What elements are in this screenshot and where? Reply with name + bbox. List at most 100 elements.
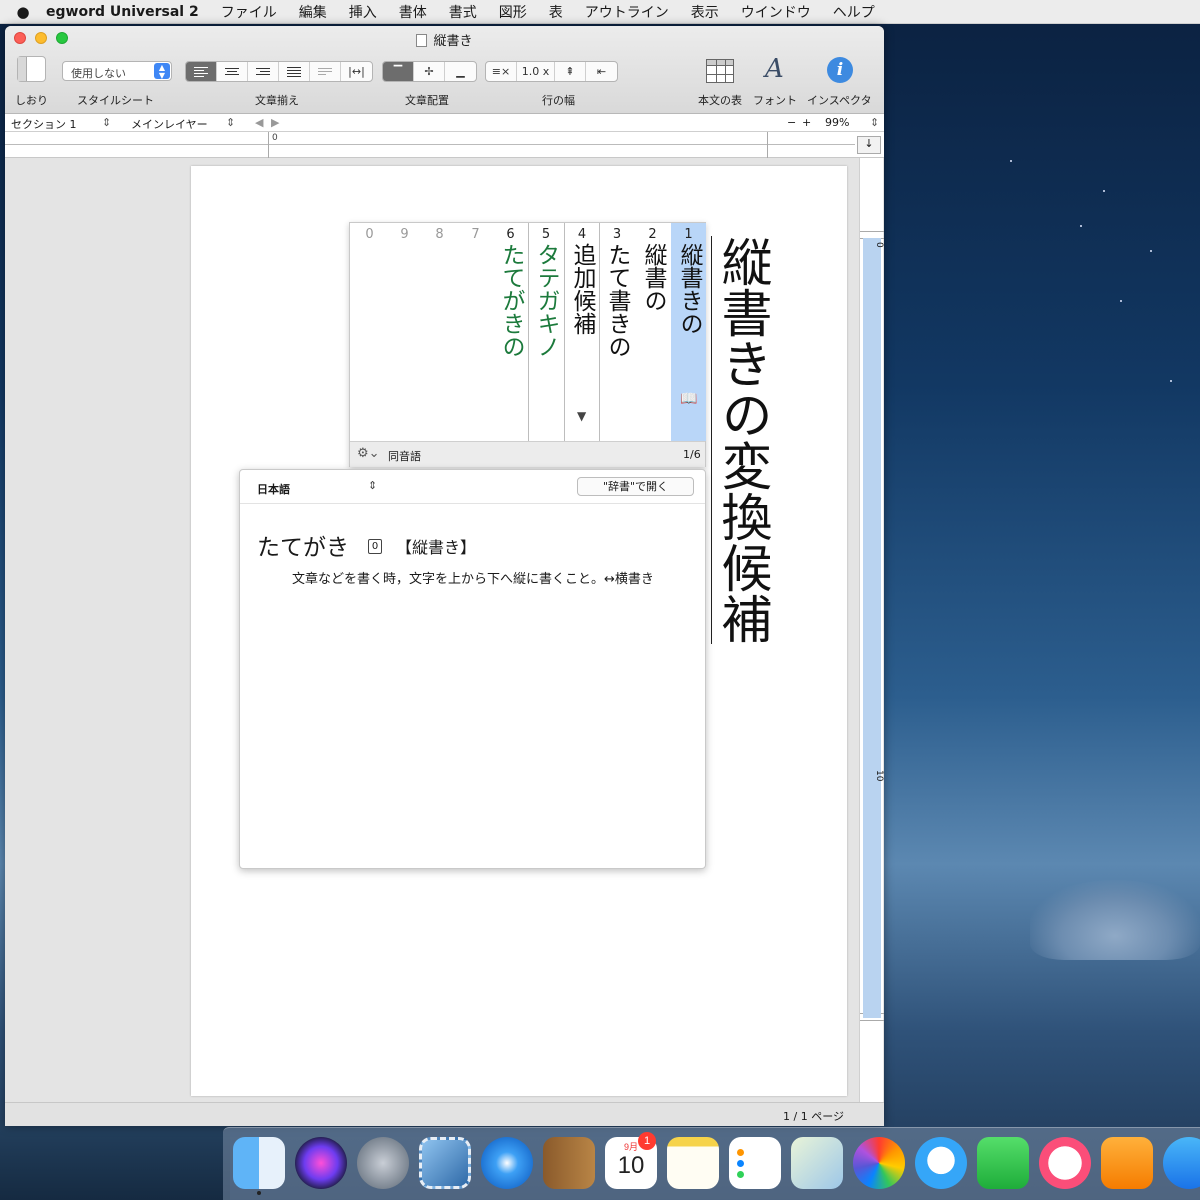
align-justify-icon[interactable] bbox=[279, 62, 310, 81]
open-in-dictionary-button[interactable]: "辞書"で開く bbox=[577, 477, 694, 496]
candidate-2[interactable]: 2 縦書の bbox=[635, 223, 670, 441]
zoom-stepper-icon[interactable]: ⇕ bbox=[870, 116, 879, 129]
section-bar: セクション 1 ⇕ メインレイヤー ⇕ ◀ ▶ − + 99% ⇕ bbox=[5, 114, 884, 132]
contacts-icon[interactable] bbox=[543, 1137, 595, 1189]
zoom-value[interactable]: 99% bbox=[825, 116, 849, 129]
line-spacing-label: 行の幅 bbox=[542, 94, 575, 107]
ruler-toggle-icon[interactable]: ↓ bbox=[857, 136, 881, 154]
position-bottom-icon[interactable]: ▁ bbox=[445, 62, 476, 81]
finder-icon[interactable] bbox=[233, 1137, 285, 1189]
dictionary-header: 日本語 ⇕ "辞書"で開く bbox=[240, 470, 705, 504]
page-count: 1 / 1 ページ bbox=[783, 1110, 844, 1123]
candidate-8[interactable]: 8 bbox=[422, 223, 457, 441]
candidate-4[interactable]: 4 追加候補 ▼ bbox=[564, 223, 599, 441]
layer-stepper-icon[interactable]: ⇕ bbox=[226, 116, 235, 129]
running-indicator bbox=[257, 1191, 261, 1195]
candidate-9[interactable]: 9 bbox=[387, 223, 422, 441]
document-text[interactable]: 縦書きの変換候補 bbox=[711, 236, 771, 644]
position-middle-icon[interactable]: ✢ bbox=[414, 62, 445, 81]
candidate-count: 1/6 bbox=[683, 448, 701, 461]
candidate-3[interactable]: 3 たて書きの bbox=[599, 223, 634, 441]
menu-insert[interactable]: 挿入 bbox=[349, 2, 377, 22]
menu-table[interactable]: 表 bbox=[549, 2, 563, 22]
facetime-icon[interactable] bbox=[977, 1137, 1029, 1189]
candidate-6[interactable]: 6 たてがきの bbox=[493, 223, 528, 441]
section-stepper-icon[interactable]: ⇕ bbox=[102, 116, 111, 129]
candidate-7[interactable]: 7 bbox=[458, 223, 493, 441]
menu-edit[interactable]: 編集 bbox=[299, 2, 327, 22]
line-spacing-control: ≡× 1.0 x ⇞ ⇤ bbox=[485, 61, 618, 82]
menu-outline[interactable]: アウトライン bbox=[585, 2, 669, 22]
table-icon[interactable] bbox=[706, 59, 734, 83]
menu-file[interactable]: ファイル bbox=[221, 2, 277, 22]
calendar-icon[interactable]: 9月 10 1 bbox=[605, 1132, 657, 1189]
bookmark-label: しおり bbox=[15, 94, 48, 107]
candidate-5[interactable]: 5 タテガキノ bbox=[528, 223, 563, 441]
zoom-in-button[interactable]: + bbox=[802, 116, 811, 129]
vertical-ruler[interactable]: 0 10 bbox=[859, 158, 884, 1102]
itunes-icon[interactable] bbox=[1039, 1137, 1091, 1189]
align-grid-icon[interactable] bbox=[310, 62, 341, 81]
font-icon[interactable]: A bbox=[765, 54, 784, 84]
safari-icon[interactable] bbox=[481, 1137, 533, 1189]
title-bar: 縦書き しおり 使用しない ▲ ▼ スタイルシート |↔| 文章揃え ▔ ✢ ▁ … bbox=[5, 26, 884, 114]
gear-icon[interactable]: ⚙⌄ bbox=[357, 446, 380, 461]
line-spacing-list-icon[interactable]: ⇞ bbox=[555, 62, 586, 81]
maps-icon[interactable] bbox=[791, 1137, 843, 1189]
sidebar-panel-icon bbox=[18, 57, 27, 81]
position-top-icon[interactable]: ▔ bbox=[383, 62, 414, 81]
candidate-1[interactable]: 1 縦書きの 📖 bbox=[671, 223, 706, 441]
section-popup[interactable]: セクション 1 bbox=[11, 116, 77, 132]
ibooks-icon[interactable] bbox=[1101, 1137, 1153, 1189]
inspector-icon[interactable]: i bbox=[827, 57, 853, 83]
menu-help[interactable]: ヘルプ bbox=[833, 2, 875, 22]
text-position-label: 文章配置 bbox=[405, 94, 449, 107]
launchpad-icon[interactable] bbox=[357, 1137, 409, 1189]
dictionary-headword: たてがき bbox=[257, 535, 349, 561]
dictionary-kanji: 【縦書き】 bbox=[396, 538, 477, 557]
accent-badge: 0 bbox=[368, 539, 382, 554]
status-bar: 1 / 1 ページ bbox=[5, 1102, 884, 1126]
menu-bar: ● egword Universal 2 ファイル 編集 挿入 書体 書式 図形… bbox=[0, 0, 1200, 24]
previous-icon[interactable]: ◀ bbox=[255, 116, 263, 129]
siri-icon[interactable] bbox=[295, 1137, 347, 1189]
menu-view[interactable]: 表示 bbox=[691, 2, 719, 22]
expand-triangle-icon[interactable]: ▼ bbox=[577, 409, 586, 423]
popup-arrows-icon: ▲ ▼ bbox=[154, 63, 170, 80]
layer-popup[interactable]: メインレイヤー bbox=[131, 116, 208, 132]
text-alignment-control: |↔| bbox=[185, 61, 373, 82]
app-menu[interactable]: egword Universal 2 bbox=[46, 4, 199, 20]
bookmark-button[interactable] bbox=[17, 56, 46, 82]
menu-format[interactable]: 書式 bbox=[449, 2, 477, 22]
menu-shapes[interactable]: 図形 bbox=[499, 2, 527, 22]
apple-menu-icon[interactable]: ● bbox=[0, 3, 46, 21]
align-center-icon[interactable] bbox=[217, 62, 248, 81]
menu-window[interactable]: ウインドウ bbox=[741, 2, 811, 22]
menu-typeface[interactable]: 書体 bbox=[399, 2, 427, 22]
dictionary-book-icon[interactable]: 📖 bbox=[680, 391, 697, 407]
reminders-icon[interactable] bbox=[729, 1137, 781, 1189]
align-right-icon[interactable] bbox=[248, 62, 279, 81]
stylesheet-popup[interactable]: 使用しない ▲ ▼ bbox=[62, 61, 172, 81]
align-distribute-icon[interactable]: |↔| bbox=[341, 62, 372, 81]
conversion-candidate-window: 1 縦書きの 📖 2 縦書の 3 たて書きの 4 追加候補 ▼ 5 タテガキノ … bbox=[349, 222, 706, 467]
document-icon bbox=[416, 34, 428, 47]
language-stepper-icon[interactable]: ⇕ bbox=[368, 479, 377, 492]
app-store-icon[interactable] bbox=[1163, 1137, 1200, 1189]
line-spacing-decrease-icon[interactable]: ≡× bbox=[486, 62, 517, 81]
inspector-label: インスペクタ bbox=[807, 94, 872, 107]
notes-icon[interactable] bbox=[667, 1137, 719, 1189]
dock: 9月 10 1 bbox=[223, 1127, 1200, 1200]
next-icon[interactable]: ▶ bbox=[271, 116, 279, 129]
mail-icon[interactable] bbox=[419, 1137, 471, 1189]
line-spacing-value[interactable]: 1.0 x bbox=[517, 62, 555, 81]
zoom-out-button[interactable]: − bbox=[787, 116, 796, 129]
candidate-0[interactable]: 0 bbox=[352, 223, 387, 441]
line-spacing-indent-icon[interactable]: ⇤ bbox=[586, 62, 617, 81]
horizontal-ruler[interactable]: 0 ↓ bbox=[5, 132, 884, 158]
messages-icon[interactable] bbox=[915, 1137, 967, 1189]
align-left-icon[interactable] bbox=[186, 62, 217, 81]
dictionary-language-popup[interactable]: 日本語 bbox=[257, 481, 290, 497]
photos-icon[interactable] bbox=[853, 1137, 905, 1189]
dictionary-definition: 文章などを書く時，文字を上から下へ縦に書くこと。↔横書き bbox=[292, 572, 654, 587]
